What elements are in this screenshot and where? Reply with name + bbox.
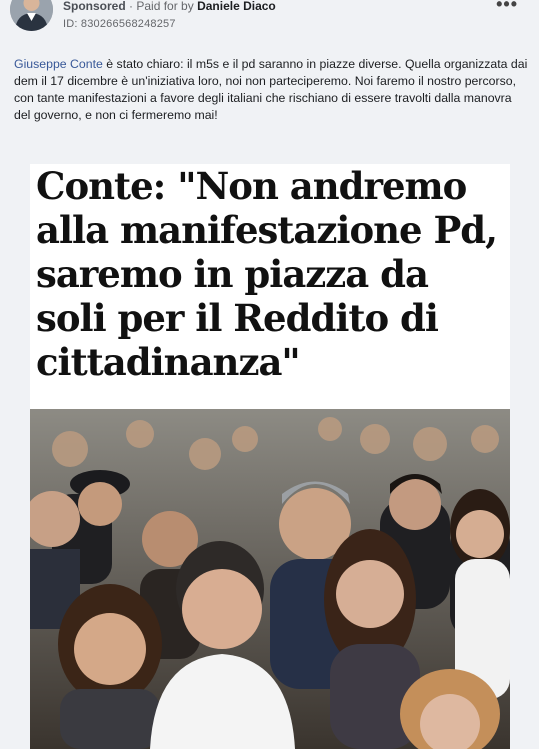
sponsored-line: Sponsored · Paid for by Daniele Diaco	[63, 0, 276, 13]
advertiser-avatar[interactable]	[10, 0, 53, 31]
mention-link[interactable]: Giuseppe Conte	[14, 57, 103, 71]
sponsored-label: Sponsored	[63, 0, 126, 13]
image-headline: Conte: "Non andremo alla manifestazione …	[36, 164, 498, 384]
crowd-photo	[30, 409, 510, 749]
ad-header: Sponsored · Paid for by Daniele Diaco ID…	[0, 0, 539, 40]
post-text: Giuseppe Conte è stato chiaro: il m5s e …	[14, 56, 529, 124]
paid-for-by-label: · Paid for by	[129, 0, 194, 13]
advertiser-name[interactable]: Daniele Diaco	[197, 0, 276, 13]
ad-id: ID: 830266568248257	[63, 18, 176, 30]
ad-image[interactable]: Conte: "Non andremo alla manifestazione …	[30, 164, 510, 749]
more-horizontal-icon[interactable]: •••	[496, 0, 518, 15]
